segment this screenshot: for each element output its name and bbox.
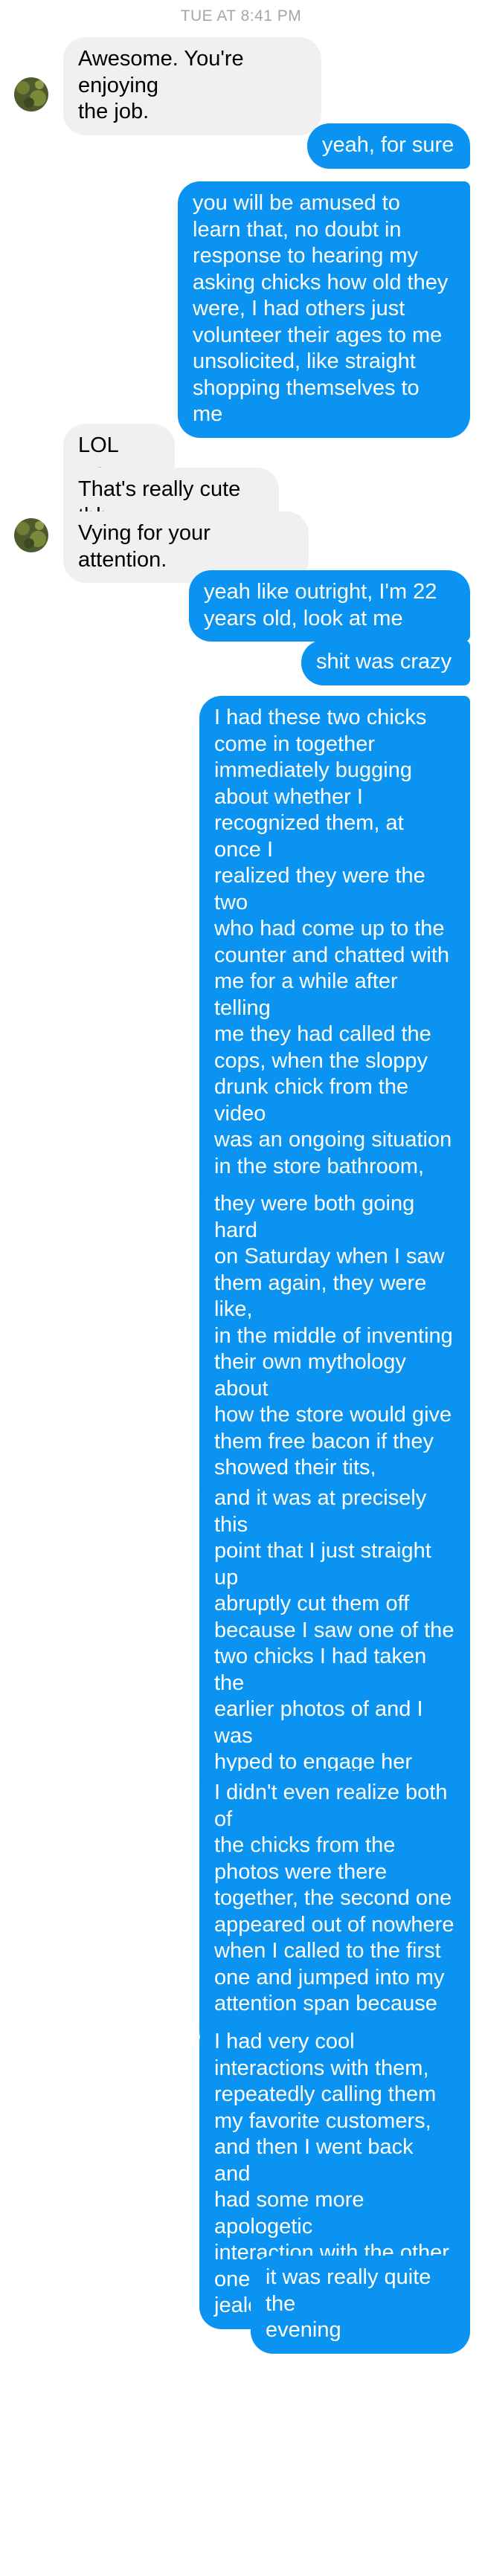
incoming-message[interactable]: Awesome. You're enjoying the job. (63, 37, 321, 135)
outgoing-message[interactable]: it was really quite the evening (251, 2256, 470, 2354)
outgoing-message[interactable]: yeah like outright, I'm 22 years old, lo… (189, 570, 470, 642)
contact-avatar[interactable] (14, 518, 48, 552)
contact-avatar[interactable] (14, 77, 48, 112)
outgoing-message[interactable]: you will be amused to learn that, no dou… (178, 181, 470, 438)
outgoing-message[interactable]: I didn't even realize both of the chicks… (199, 1771, 470, 2053)
outgoing-message[interactable]: shit was crazy (301, 640, 470, 685)
outgoing-message[interactable]: yeah, for sure (307, 123, 470, 169)
timestamp: TUE AT 8:41 PM (180, 7, 302, 25)
